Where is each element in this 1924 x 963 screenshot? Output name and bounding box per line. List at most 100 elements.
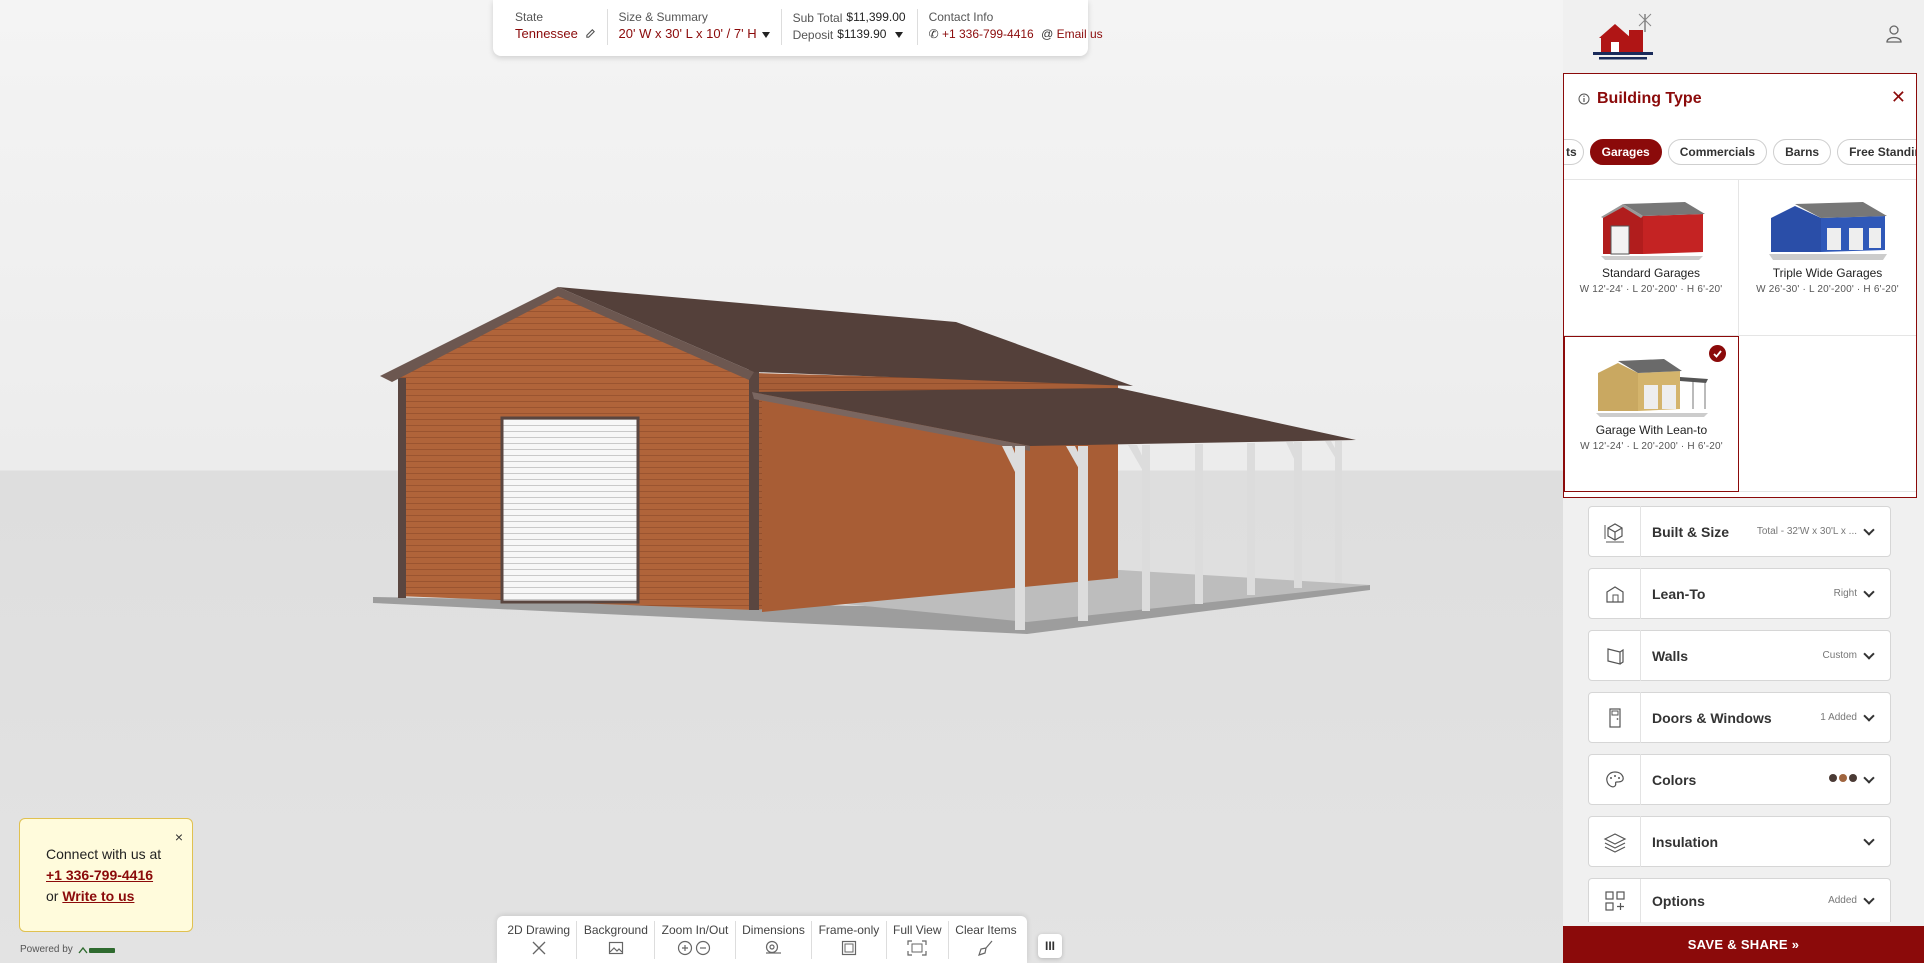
contact-popup: × Connect with us at +1 336-799-4416 or … (19, 818, 193, 932)
palette-icon (1605, 770, 1624, 787)
tab-free-standings[interactable]: Free Standings (1837, 138, 1916, 165)
building-type-title: Building Type (1597, 90, 1702, 107)
chevron-down-icon (1863, 585, 1875, 598)
section-value: Custom (1822, 650, 1857, 661)
section-title: Insulation (1652, 833, 1719, 850)
user-account-icon[interactable] (1885, 24, 1903, 44)
cube-icon (1604, 522, 1624, 542)
building-type-card: Building Type ✕ ts Garages Commercials B… (1563, 73, 1917, 498)
section-colors[interactable]: Colors (1588, 754, 1891, 805)
section-lean-to[interactable]: Lean-To Right (1588, 568, 1891, 619)
size-label: Size & Summary (618, 10, 708, 24)
sensei-logo-icon[interactable] (77, 945, 117, 955)
pencil-icon[interactable] (585, 28, 596, 39)
roof-color-swatch (1829, 774, 1837, 782)
section-title: Options (1652, 892, 1705, 909)
contact-phone-link[interactable]: +1 336-799-4416 (942, 27, 1034, 41)
frame-icon (841, 940, 857, 955)
checkmark-icon (1709, 345, 1726, 362)
chevron-down-icon[interactable] (895, 31, 904, 38)
building-3d-render[interactable] (0, 0, 1563, 963)
popup-or-text: or (46, 888, 59, 904)
deposit-value: $1139.90 (837, 27, 887, 41)
image-icon (608, 941, 623, 954)
subtotal-label: Sub Total (792, 10, 843, 25)
section-title: Walls (1652, 647, 1689, 664)
tool-background[interactable]: Background (576, 920, 654, 959)
zoom-icon (677, 940, 711, 955)
contact-intro: Connect with us at (46, 846, 162, 862)
size-value[interactable]: 20' W x 30' L x 10' / 7' H (619, 26, 757, 41)
section-title: Doors & Windows (1652, 709, 1772, 726)
popup-phone-link[interactable]: +1 336-799-4416 (46, 867, 153, 883)
tool-dimensions[interactable]: Dimensions (734, 920, 811, 959)
close-icon[interactable]: ✕ (1891, 87, 1906, 108)
expand-icon (907, 939, 927, 956)
type-name: Triple Wide Garages (1772, 266, 1883, 280)
toolbar-toggle-button[interactable]: III (1038, 934, 1062, 958)
deposit-label: Deposit (792, 27, 834, 42)
tab-commercials[interactable]: Commercials (1667, 138, 1768, 165)
close-icon[interactable]: × (175, 827, 183, 848)
configurator-panel: Building Type ✕ ts Garages Commercials B… (1563, 0, 1924, 963)
section-walls[interactable]: Walls Custom (1588, 630, 1891, 681)
section-title: Built & Size (1652, 523, 1730, 540)
tool-zoom[interactable]: Zoom In/Out (654, 920, 734, 959)
tab-barns[interactable]: Barns (1773, 138, 1832, 165)
trim-color-swatch (1849, 774, 1857, 782)
summary-bar: State Tennessee Size & Summary 20' W x 3… (493, 0, 1103, 56)
tool-frame-only[interactable]: Frame-only (811, 920, 885, 959)
section-value: 1 Added (1820, 712, 1857, 723)
email-link[interactable]: Email us (1057, 27, 1103, 41)
tool-2d-drawing[interactable]: 2D Drawing (501, 921, 576, 959)
tab-garages[interactable]: Garages (1589, 138, 1662, 165)
type-dims: W 12'-24' · L 20'-200' · H 6'-20' (1579, 284, 1723, 295)
layers-icon (1603, 832, 1626, 853)
3d-viewport[interactable] (0, 0, 1563, 963)
state-section[interactable]: State Tennessee (503, 9, 607, 45)
building-category-tabs: ts Garages Commercials Barns Free Standi… (1564, 124, 1916, 180)
empty-card-slot (1739, 336, 1916, 492)
write-to-us-link[interactable]: Write to us (62, 888, 134, 904)
company-logo[interactable] (1591, 12, 1657, 62)
type-triple-wide-garages[interactable]: Triple Wide Garages W 26'-30' · L 20'-20… (1739, 180, 1916, 336)
tool-full-view[interactable]: Full View (885, 920, 948, 959)
garage-roll-up-door (500, 416, 640, 604)
type-name: Standard Garages (1601, 266, 1701, 280)
type-name: Garage With Lean-to (1595, 423, 1708, 437)
powered-by: Powered by (20, 944, 117, 955)
chevron-down-icon[interactable] (761, 31, 770, 38)
section-title: Colors (1652, 771, 1697, 788)
section-title: Lean-To (1652, 585, 1706, 602)
triple-wide-garage-thumbnail (1768, 202, 1887, 260)
state-value[interactable]: Tennessee (515, 26, 578, 41)
price-section[interactable]: Sub Total $11,399.00 Deposit $1139.90 (780, 9, 917, 45)
section-built-size[interactable]: Built & Size Total - 32'W x 30'L x ... (1588, 506, 1891, 557)
wall-color-swatch (1839, 774, 1847, 782)
contact-section: Contact Info ✆ +1 336-799-4416 @ Email u… (916, 9, 1114, 45)
type-standard-garages[interactable]: Standard Garages W 12'-24' · L 20'-200' … (1564, 180, 1739, 336)
tool-clear-items[interactable]: Clear Items (947, 920, 1023, 959)
size-section[interactable]: Size & Summary 20' W x 30' L x 10' / 7' … (606, 9, 781, 45)
chevron-down-icon (1863, 647, 1875, 660)
info-icon (1578, 93, 1590, 105)
save-share-button[interactable]: SAVE & SHARE » (1563, 926, 1924, 963)
wall-panel-icon (1606, 647, 1624, 665)
tab-carports[interactable]: ts (1564, 138, 1584, 165)
type-garage-with-lean-to[interactable]: Garage With Lean-to W 12'-24' · L 20'-20… (1564, 336, 1739, 492)
grid-plus-icon (1604, 890, 1625, 911)
color-swatches (1827, 774, 1857, 785)
section-options[interactable]: Options Added (1588, 878, 1891, 923)
phone-icon: ✆ (928, 27, 939, 41)
type-dims: W 12'-24' · L 20'-200' · H 6'-20' (1580, 441, 1723, 452)
at-icon: @ (1041, 27, 1054, 41)
lean-to-icon (1605, 585, 1624, 603)
broom-icon (978, 940, 993, 956)
ruler-pencil-icon (532, 941, 546, 954)
section-doors-windows[interactable]: Doors & Windows 1 Added (1588, 692, 1891, 743)
standard-garage-thumbnail (1601, 202, 1705, 260)
section-value: Right (1833, 588, 1857, 599)
tape-measure-icon (766, 940, 782, 954)
chevron-down-icon (1863, 892, 1875, 905)
section-insulation[interactable]: Insulation (1588, 816, 1891, 867)
